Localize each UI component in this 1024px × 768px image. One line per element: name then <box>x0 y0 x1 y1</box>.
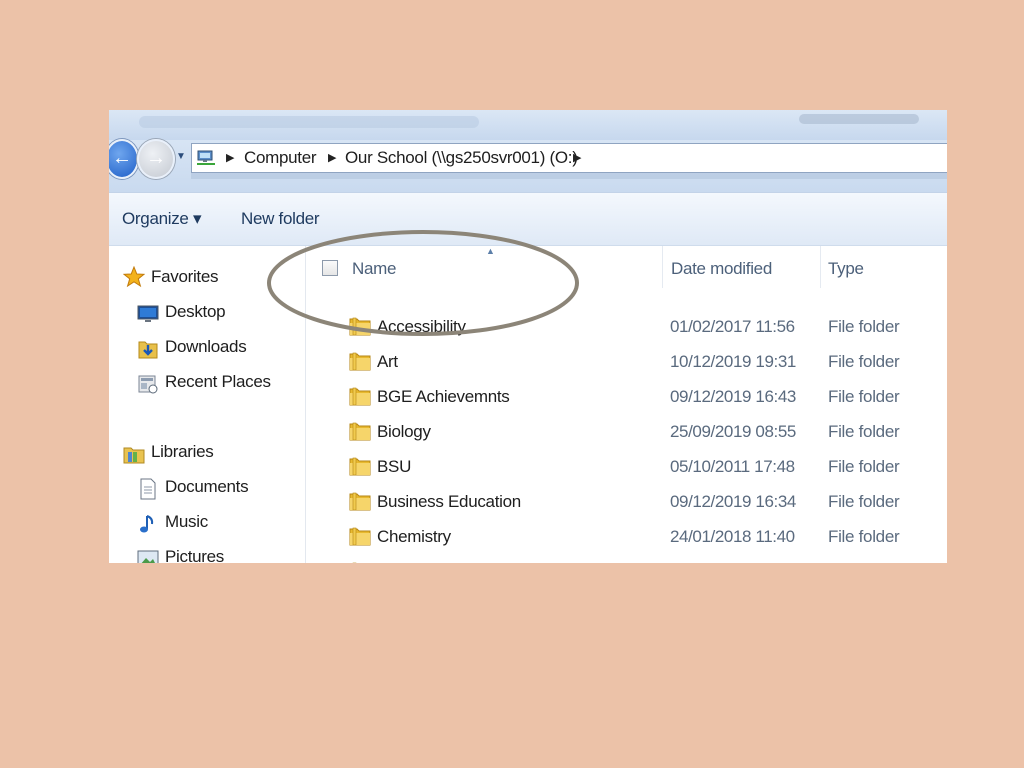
chevron-down-icon: ▼ <box>176 151 186 162</box>
column-header-type[interactable]: Type <box>828 254 864 284</box>
nav-music[interactable]: Music <box>165 509 208 535</box>
file-name[interactable]: Computing <box>377 554 457 563</box>
file-type: File folder <box>828 492 900 511</box>
nav-documents[interactable]: Documents <box>165 474 249 500</box>
sort-ascending-icon: ▲ <box>486 246 495 256</box>
libraries-icon <box>123 447 145 464</box>
column-divider[interactable] <box>662 246 663 288</box>
command-toolbar: Organize ▾ New folder <box>109 192 947 246</box>
breadcrumb-separator-icon[interactable]: ▶ <box>573 144 581 172</box>
folder-icon <box>352 562 357 563</box>
address-bar-shadow <box>191 173 947 179</box>
pictures-icon <box>137 550 159 563</box>
new-folder-button[interactable]: New folder <box>241 207 320 231</box>
file-type: File folder <box>828 457 900 476</box>
column-header-date-modified[interactable]: Date modified <box>671 254 772 284</box>
nav-downloads[interactable]: Downloads <box>165 334 247 360</box>
breadcrumb-separator-icon[interactable]: ▶ <box>226 144 234 172</box>
desktop-icon <box>137 305 159 322</box>
file-row[interactable]: Biology 25/09/2019 08:55 File folder <box>306 414 947 449</box>
file-name[interactable]: BGE Achievemnts <box>377 379 510 414</box>
file-name[interactable]: Accessibility <box>377 309 466 344</box>
forward-arrow-icon: → <box>146 147 166 169</box>
column-divider[interactable] <box>820 246 821 288</box>
file-date-modified: 01/02/2017 11:56 <box>670 317 795 336</box>
file-type: File folder <box>828 317 900 336</box>
forward-button[interactable]: → <box>137 139 175 179</box>
breadcrumb-separator-icon[interactable]: ▶ <box>328 144 336 172</box>
file-row[interactable]: Chemistry 24/01/2018 11:40 File folder <box>306 519 947 554</box>
file-name[interactable]: Chemistry <box>377 519 451 554</box>
breadcrumb-our-school[interactable]: Our School (\\gs250svr001) (O:) <box>345 144 578 172</box>
file-type: File folder <box>828 527 900 546</box>
title-bar-blur-right <box>799 114 919 124</box>
folder-icon <box>349 527 371 546</box>
file-date-modified: 10/12/2019 19:31 <box>670 352 796 371</box>
nav-desktop[interactable]: Desktop <box>165 299 226 325</box>
file-type: File folder <box>828 387 900 406</box>
file-date-modified: 09/12/2019 16:34 <box>670 492 796 511</box>
music-icon <box>140 515 154 533</box>
breadcrumb-computer[interactable]: Computer <box>244 144 317 172</box>
file-date-modified: 25/09/2019 08:55 <box>670 422 796 441</box>
explorer-window: ← → ▼ ▶ Computer ▶ Our School (\\gs250sv… <box>109 110 947 563</box>
folder-icon <box>349 422 371 441</box>
star-icon <box>123 266 145 288</box>
navigation-pane: Favorites Desktop Downloads Recent Place… <box>109 246 306 563</box>
file-row[interactable]: BSU 05/10/2011 17:48 File folder <box>306 449 947 484</box>
title-bar <box>109 110 947 140</box>
downloads-icon <box>138 341 158 359</box>
nav-libraries[interactable]: Libraries <box>151 439 214 465</box>
file-type: File folder <box>828 352 900 371</box>
back-arrow-icon: ← <box>112 147 132 169</box>
file-row[interactable]: BGE Achievemnts 09/12/2019 16:43 File fold… <box>306 379 947 414</box>
recent-places-icon <box>138 375 158 394</box>
folder-icon <box>349 457 371 476</box>
network-computer-icon <box>197 150 215 165</box>
file-date-modified: 09/12/2019 16:43 <box>670 387 796 406</box>
select-all-checkbox[interactable] <box>322 260 338 276</box>
file-type: File folder <box>828 554 900 563</box>
documents-icon <box>140 478 156 500</box>
nav-favorites[interactable]: Favorites <box>151 264 219 290</box>
column-header-name[interactable]: Name <box>352 254 396 284</box>
file-row[interactable]: Art 10/12/2019 19:31 File folder <box>306 344 947 379</box>
file-row[interactable]: Business Education 09/12/2019 16:34 File f… <box>306 484 947 519</box>
address-bar[interactable]: ▶ Computer ▶ Our School (\\gs250svr001) … <box>191 143 947 173</box>
file-date-modified: 07/02/2020 11:43 <box>670 554 795 563</box>
file-row[interactable]: Computing 07/02/2020 11:43 File folder <box>306 554 947 563</box>
folder-icon <box>349 352 371 371</box>
file-name[interactable]: Biology <box>377 414 431 449</box>
nav-pictures[interactable]: Pictures <box>165 544 224 563</box>
recent-pages-button[interactable]: ▼ <box>175 150 187 164</box>
organize-button[interactable]: Organize ▾ <box>122 207 202 231</box>
folder-icon <box>349 317 371 336</box>
file-row[interactable]: Accessibility 01/02/2017 11:56 File folder <box>306 309 947 344</box>
file-name[interactable]: Art <box>377 344 398 379</box>
file-name[interactable]: Business Education <box>377 484 521 519</box>
title-bar-blur <box>139 116 479 128</box>
nav-recent-places[interactable]: Recent Places <box>165 369 271 395</box>
file-list: ▲ Name Date modified Type Accessibility 0… <box>306 246 947 563</box>
folder-icon <box>349 387 371 406</box>
file-date-modified: 05/10/2011 17:48 <box>670 457 795 476</box>
file-name[interactable]: BSU <box>377 449 411 484</box>
file-date-modified: 24/01/2018 11:40 <box>670 527 795 546</box>
folder-icon <box>349 492 371 511</box>
file-type: File folder <box>828 422 900 441</box>
